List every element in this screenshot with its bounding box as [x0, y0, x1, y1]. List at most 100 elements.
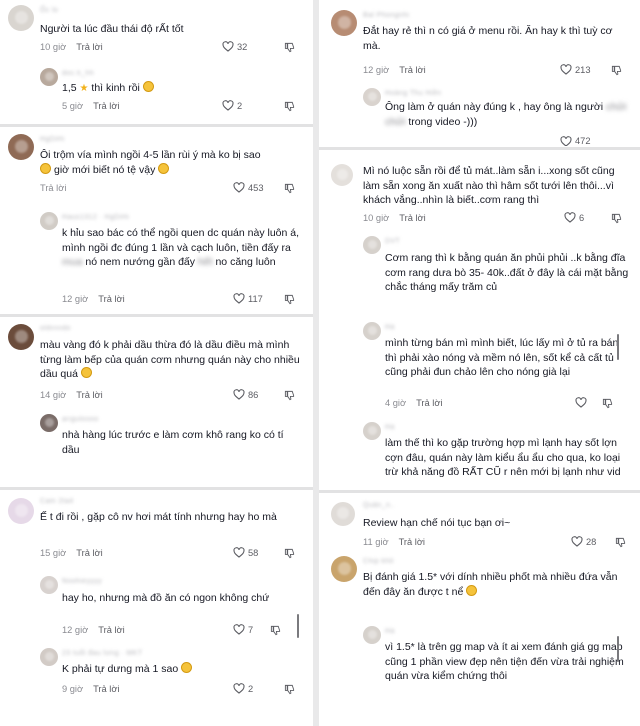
reply-button[interactable]: Trả lời [93, 101, 119, 111]
avatar[interactable] [40, 648, 58, 666]
heart-outline-icon [571, 536, 583, 547]
username[interactable]: Noohieyyyy [62, 578, 102, 585]
like-button[interactable]: 86 [233, 389, 258, 400]
avatar[interactable] [40, 68, 58, 86]
comment-text-part: k hỉu sao bác có thể ngồi quen dc quán n… [62, 227, 300, 254]
reply-button[interactable]: Trả lời [98, 625, 124, 635]
reply-button[interactable]: Trả lời [93, 684, 119, 694]
reply-button[interactable]: Trả lời [76, 548, 102, 558]
dislike-button[interactable] [284, 548, 295, 559]
like-count: 453 [248, 182, 264, 193]
username[interactable]: doc.ti_hh [62, 70, 94, 77]
like-count: 472 [575, 136, 591, 146]
dislike-button[interactable] [284, 684, 295, 695]
username[interactable]: DVT [385, 238, 400, 245]
avatar[interactable] [8, 324, 34, 350]
reply-button[interactable]: Trả lời [40, 183, 66, 193]
dislike-button[interactable] [611, 213, 622, 224]
scrollbar[interactable] [617, 636, 619, 662]
dislike-button[interactable] [615, 537, 626, 548]
like-button[interactable]: 7 [233, 624, 253, 635]
scrollbar[interactable] [617, 334, 619, 360]
username[interactable]: oldvvvdo [40, 325, 71, 332]
blurred-text: hết [197, 256, 213, 268]
like-count: 28 [586, 536, 597, 547]
scrollbar[interactable] [297, 614, 299, 638]
username[interactable]: Bal Phongnhi [363, 12, 409, 19]
dislike-button[interactable] [284, 390, 295, 401]
username[interactable]: 23 tuổi đau lưng · MKT [62, 650, 142, 657]
like-button[interactable] [575, 397, 590, 408]
comment-meta: 12 giờ Trả lời [363, 65, 426, 75]
emoji-face-icon [40, 162, 51, 174]
like-button[interactable]: 32 [222, 41, 247, 52]
avatar[interactable] [331, 164, 353, 186]
username[interactable]: Hoàng Thu Hiền [385, 90, 441, 97]
comment-meta: Trả lời [40, 183, 66, 193]
comment-text: nhà hàng lúc trước e làm cơm khô rang ko… [62, 429, 284, 456]
star-emoji-icon: ★ [79, 83, 89, 94]
reply-button[interactable]: Trả lời [399, 213, 425, 223]
reply-button[interactable]: Trả lời [399, 65, 425, 75]
timestamp: 10 giờ [363, 213, 390, 223]
reply-button[interactable]: Trả lời [76, 390, 102, 400]
dislike-button[interactable] [284, 42, 295, 53]
username[interactable]: HgDiHi [40, 136, 65, 143]
avatar[interactable] [8, 5, 34, 31]
username[interactable]: Hà [385, 628, 395, 635]
like-button[interactable]: 213 [560, 64, 591, 75]
comment-text: làm thế thì ko gặp trường hợp mì lạnh ha… [385, 437, 621, 478]
comment-text-part: giờ mới biết nó tệ vậy [54, 163, 156, 176]
avatar[interactable] [363, 626, 381, 644]
like-count: 2 [248, 683, 254, 694]
like-button[interactable]: 472 [560, 136, 591, 146]
dislike-button[interactable] [611, 65, 622, 76]
comment-text: Ông làm ở quán này đúng k , hay ông là n… [385, 100, 630, 129]
like-button[interactable]: 2 [233, 683, 253, 694]
username[interactable]: Chip khô [363, 558, 394, 565]
like-button[interactable]: 2 [222, 100, 242, 111]
like-button[interactable]: 453 [233, 182, 264, 193]
username[interactable]: Hà [385, 324, 395, 331]
dislike-button[interactable] [284, 101, 295, 112]
reply-button[interactable]: Trả lời [416, 398, 442, 408]
username[interactable]: Cam 2ta4 [40, 498, 74, 505]
comment-meta: 10 giờ Trả lời [40, 42, 103, 52]
thumbs-down-icon [615, 537, 626, 548]
reply-button[interactable]: Trả lời [399, 537, 425, 547]
avatar[interactable] [40, 576, 58, 594]
like-count: 32 [237, 41, 248, 52]
reply-button[interactable]: Trả lời [98, 294, 124, 304]
avatar[interactable] [363, 88, 381, 106]
timestamp: 12 giờ [363, 65, 390, 75]
avatar[interactable] [331, 502, 355, 526]
username[interactable]: Haus1312 · HgDiHi [62, 214, 129, 221]
avatar[interactable] [363, 322, 381, 340]
avatar[interactable] [363, 422, 381, 440]
avatar[interactable] [331, 10, 357, 36]
dislike-button[interactable] [602, 398, 613, 409]
dislike-button[interactable] [284, 294, 295, 305]
like-button[interactable]: 117 [233, 293, 263, 304]
avatar[interactable] [8, 498, 34, 524]
username[interactable]: Quân_n.. [363, 502, 395, 509]
avatar[interactable] [8, 134, 34, 160]
like-button[interactable]: 6 [564, 212, 584, 223]
username[interactable]: Ốc lo [40, 7, 58, 14]
username[interactable]: Hà [385, 424, 395, 431]
timestamp: 9 giờ [62, 684, 84, 694]
like-button[interactable]: 28 [571, 536, 596, 547]
comment-text-part: Bị đánh giá 1.5* với dính nhiều phốt mà … [363, 571, 618, 598]
avatar[interactable] [40, 212, 58, 230]
reply-button[interactable]: Trả lời [76, 42, 102, 52]
avatar[interactable] [331, 556, 357, 582]
avatar[interactable] [363, 236, 381, 254]
like-button[interactable]: 58 [233, 547, 258, 558]
dislike-button[interactable] [270, 625, 281, 636]
timestamp: 10 giờ [40, 42, 67, 52]
username[interactable]: ariguloooo [62, 416, 99, 423]
dislike-button[interactable] [284, 183, 295, 194]
heart-outline-icon [222, 41, 234, 52]
avatar[interactable] [40, 414, 58, 432]
comment-text: hay ho, nhưng mà đồ ăn có ngon không chứ [62, 592, 270, 604]
